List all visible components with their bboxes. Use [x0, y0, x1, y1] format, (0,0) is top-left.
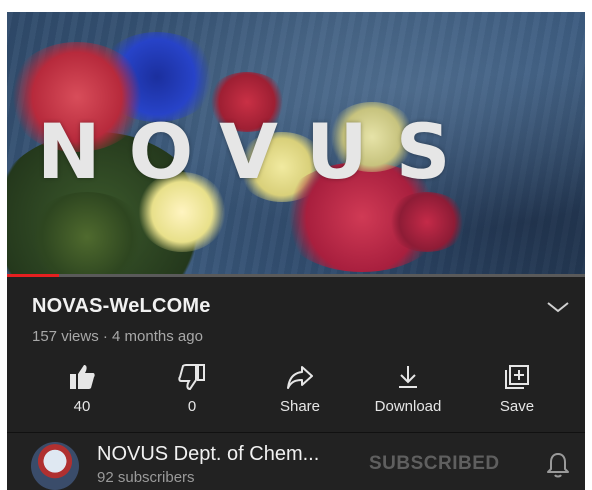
channel-row[interactable]: NOVUS Dept. of Chem... 92 subscribers SU…	[7, 433, 585, 490]
save-playlist-icon	[505, 365, 529, 389]
download-button[interactable]: Download	[363, 362, 453, 415]
like-count: 40	[73, 398, 91, 415]
bell-icon[interactable]	[545, 451, 571, 479]
video-meta: 157 views · 4 months ago	[32, 328, 203, 345]
channel-name[interactable]: NOVUS Dept. of Chem...	[97, 443, 319, 466]
save-label: Save	[499, 398, 535, 415]
progress-bar-track[interactable]	[7, 274, 585, 277]
subscribe-button[interactable]: SUBSCRIBED	[369, 453, 500, 475]
channel-avatar[interactable]	[31, 442, 79, 490]
video-title: NOVAS-WeLCOMe	[32, 295, 211, 317]
thumbs-up-icon	[70, 365, 95, 389]
thumbs-down-icon	[178, 364, 205, 391]
video-player[interactable]: NOVUS	[7, 12, 585, 274]
thumbnail-title-text: NOVUS	[37, 107, 479, 196]
download-icon	[399, 366, 417, 388]
subscriber-count: 92 subscribers	[97, 469, 195, 486]
dislike-count: 0	[187, 398, 197, 415]
dislike-button[interactable]: 0	[147, 362, 237, 415]
like-button[interactable]: 40	[37, 362, 127, 415]
share-label: Share	[279, 398, 321, 415]
app-screen: NOVUS NOVAS-WeLCOMe 157 views · 4 months…	[7, 12, 585, 490]
chevron-down-icon[interactable]	[545, 298, 571, 316]
share-button[interactable]: Share	[255, 362, 345, 415]
progress-bar-fill	[7, 274, 60, 277]
download-label: Download	[374, 398, 442, 415]
share-icon	[287, 366, 313, 389]
save-button[interactable]: Save	[472, 362, 562, 415]
